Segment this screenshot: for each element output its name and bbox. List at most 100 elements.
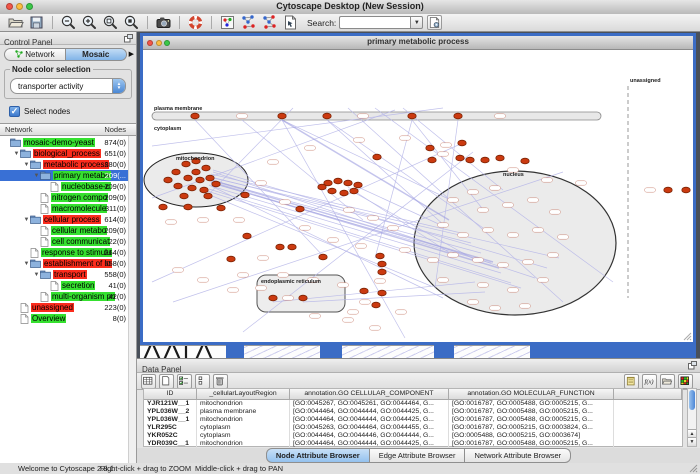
table-row[interactable]: YPL036W__2plasma membrane[GO:0044464, GO… [144,408,682,416]
table-scrollbar[interactable]: ▲ ▼ [687,388,697,447]
node-label-pill[interactable] [354,138,365,142]
network-node[interactable] [276,244,284,250]
help-lifering-icon[interactable] [187,14,204,31]
tree-item-secretion[interactable]: secretion41(0) [0,280,129,291]
node-label-pill[interactable] [533,228,544,232]
tree-item-cell-communicat[interactable]: cell communicat22(0) [0,236,129,247]
network-node[interactable] [682,187,690,193]
node-label-pill[interactable] [166,220,177,224]
tree-item-response-to-stimulu[interactable]: response to stimulu264(0) [0,247,129,258]
node-label-pill[interactable] [370,326,381,330]
network-node[interactable] [344,180,352,186]
network-node[interactable] [200,187,208,193]
node-label-pill[interactable] [438,152,449,156]
delete-attribute-icon[interactable] [213,374,228,389]
select-attributes-icon[interactable] [177,374,192,389]
background-window-fragment[interactable] [140,345,226,358]
node-label-pill[interactable] [396,310,407,314]
attribute-table-icon[interactable] [141,374,156,389]
network-node[interactable] [521,158,529,164]
network-node[interactable] [172,169,180,175]
network-node[interactable] [334,178,342,184]
network-node[interactable] [192,169,200,175]
heatmap-icon[interactable] [678,374,693,389]
tree-item-unassigned[interactable]: unassigned223(0) [0,302,129,313]
network-node[interactable] [296,206,304,212]
tree-item-establishment-of-lo[interactable]: ▼establishment of lo558(0) [0,258,129,269]
new-network-from-selection-icon[interactable] [240,14,257,31]
node-label-pill[interactable] [550,210,561,214]
column-header[interactable]: annotation.GO CELLULAR_COMPONENT [290,389,449,399]
tree-item-cellular-process[interactable]: ▼cellular process614(0) [0,214,129,225]
plasma-membrane-region[interactable] [152,112,601,120]
search-dropdown-button[interactable]: ▼ [410,16,423,29]
tab-network-attribute-browser[interactable]: Network Attribute Browser [465,448,571,463]
zoom-out-icon[interactable] [60,14,77,31]
node-label-pill[interactable] [198,218,209,222]
network-node[interactable] [174,183,182,189]
network-node[interactable] [323,113,331,119]
node-label-pill[interactable] [438,223,449,227]
tree-item-nitrogen-compo[interactable]: nitrogen compo209(0) [0,192,129,203]
node-label-pill[interactable] [448,253,459,257]
network-node[interactable] [241,192,249,198]
network-node[interactable] [328,188,336,194]
node-label-pill[interactable] [520,304,531,308]
network-node[interactable] [664,187,672,193]
node-label-pill[interactable] [448,198,459,202]
network-node[interactable] [227,256,235,262]
network-node[interactable] [378,269,386,275]
network-node[interactable] [188,185,196,191]
node-label-pill[interactable] [438,278,449,282]
tab-network[interactable]: Network [4,48,65,61]
network-node[interactable] [204,193,212,199]
node-label-pill[interactable] [400,248,411,252]
node-label-pill[interactable] [548,253,559,257]
tree-column-network[interactable]: Network [5,125,33,134]
float-panel-icon[interactable] [688,361,697,370]
network-node[interactable] [184,204,192,210]
load-attributes-icon[interactable] [660,374,675,389]
tree-item-metabolic-process[interactable]: ▼metabolic process280(0) [0,159,129,170]
network-node[interactable] [164,177,172,183]
network-node[interactable] [278,113,286,119]
node-label-pill[interactable] [508,288,519,292]
scroll-down-button[interactable]: ▼ [688,437,696,446]
tree-scrollbar[interactable] [128,136,136,472]
network-edge[interactable] [205,193,431,286]
search-options-icon[interactable] [427,15,442,30]
tab-node-attribute-browser[interactable]: Node Attribute Browser [266,448,370,463]
network-node[interactable] [340,190,348,196]
float-panel-icon[interactable] [124,34,133,43]
node-label-pill[interactable] [528,198,539,202]
node-label-pill[interactable] [198,278,209,282]
node-label-pill[interactable] [498,263,509,267]
column-header[interactable] [614,389,682,399]
node-label-pill[interactable] [228,288,239,292]
node-label-pill[interactable] [468,190,479,194]
network-node[interactable] [182,161,190,167]
node-label-pill[interactable] [348,310,359,314]
background-window-fragment[interactable] [244,345,320,358]
vizmapper-icon[interactable] [219,14,236,31]
table-row[interactable]: YDR039C__1mitochondrion[GO:0044464, GO:0… [144,440,682,448]
network-node[interactable] [496,155,504,161]
scrollbar-thumb[interactable] [689,390,695,410]
network-node[interactable] [373,154,381,160]
column-header[interactable]: ID [144,389,197,399]
new-attribute-icon[interactable] [159,374,174,389]
table-row[interactable]: YPL036W__1mitochondrion[GO:0044464, GO:0… [144,416,682,424]
node-label-pill[interactable] [283,296,294,300]
node-label-pill[interactable] [256,181,267,185]
save-icon[interactable] [28,14,45,31]
background-window-fragment[interactable] [226,345,244,358]
network-node[interactable] [180,193,188,199]
tree-item-biological-process[interactable]: ▼biological_process651(0) [0,148,129,159]
node-label-pill[interactable] [238,273,249,277]
select-nodes-checkbox[interactable]: ✓ [9,106,20,117]
node-label-pill[interactable] [478,208,489,212]
node-label-pill[interactable] [503,203,514,207]
zoom-fit-icon[interactable] [102,14,119,31]
expand-arrow-icon[interactable]: ▼ [23,162,30,168]
network-node[interactable] [243,233,251,239]
